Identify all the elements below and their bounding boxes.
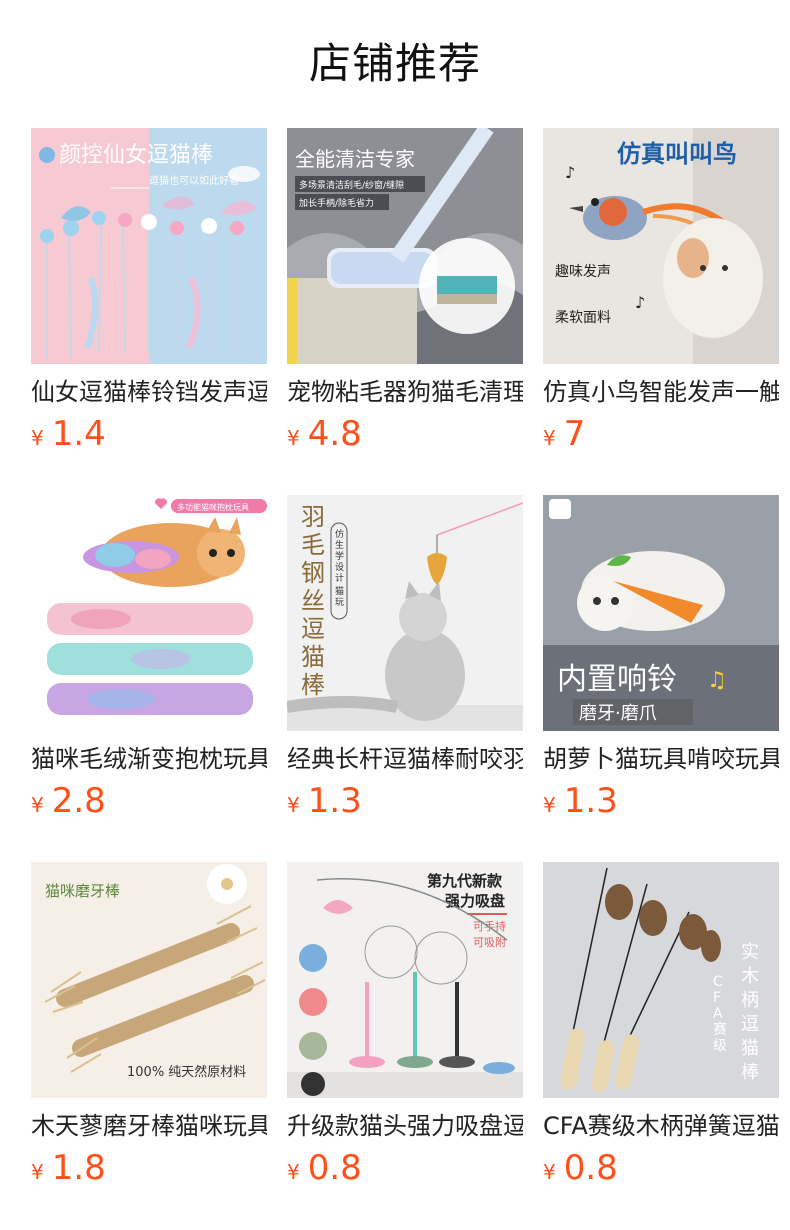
currency-symbol: ¥ (287, 793, 300, 817)
currency-symbol: ¥ (31, 793, 44, 817)
product-price: ¥7 (543, 414, 585, 458)
product-price: ¥0.8 (287, 1148, 362, 1192)
product-price: ¥4.8 (287, 414, 362, 458)
cat-wand-image[interactable]: 羽毛钢丝逗猫棒 仿生学设计猫玩 (287, 495, 523, 731)
image-headline: 内置响铃 (557, 662, 677, 697)
product-row: 猫咪磨牙棒 100% 纯天然原材料 木天蓼磨牙棒猫咪玩具 ¥1.8 第九代新款 … (31, 862, 790, 1202)
image-headline: 全能清洁专家 (295, 147, 415, 171)
product-card[interactable]: 颜控仙女逗猫棒 逗猫也可以如此好看 仙女逗猫棒铃铛发声逗 ¥ 1.4 (31, 128, 267, 468)
product-name[interactable]: 经典长杆逗猫棒耐咬羽毛 (287, 743, 523, 779)
currency-symbol: ¥ (287, 1160, 300, 1184)
image-subtext: 多场景清洁刮毛/纱窗/缝隙 (299, 179, 404, 191)
wooden-wand-image[interactable]: 实木柄逗猫棒 C F A 赛级 (543, 862, 779, 1098)
svg-text:♫: ♫ (707, 668, 727, 693)
currency-symbol: ¥ (31, 426, 44, 450)
product-name[interactable]: CFA赛级木柄弹簧逗猫棒 (543, 1110, 779, 1146)
product-price: ¥2.8 (31, 781, 106, 825)
image-headline: 羽毛钢丝逗猫棒 (301, 503, 325, 699)
currency-symbol: ¥ (543, 1160, 556, 1184)
price-value: 0.8 (563, 1148, 618, 1188)
image-subtext-2: 柔软面料 (555, 310, 611, 326)
product-card[interactable]: 仿真叫叫鸟 趣味发声 柔软面料 ♪ ♪ 仿真小鸟智能发声一触即叫 (543, 128, 779, 468)
product-card[interactable]: 多功能猫咪抱枕玩具 猫咪毛绒渐变抱枕玩具 ¥ 2.8 (31, 495, 267, 835)
product-name[interactable]: 仿真小鸟智能发声一触即叫 (543, 376, 779, 412)
product-price: ¥1.3 (287, 781, 362, 825)
product-name[interactable]: 猫咪毛绒渐变抱枕玩具 (31, 743, 267, 779)
product-price: ¥1.3 (543, 781, 618, 825)
plush-pillow-image[interactable]: 多功能猫咪抱枕玩具 (31, 495, 267, 731)
image-subtext: 强力吸盘 (445, 892, 505, 910)
price-value: 1.3 (563, 781, 618, 821)
image-headline: 第九代新款 (427, 872, 503, 890)
product-card[interactable]: 实木柄逗猫棒 C F A 赛级 CFA赛级木柄弹簧逗猫棒 ¥0.8 (543, 862, 779, 1202)
product-card[interactable]: 全能清洁专家 多场景清洁刮毛/纱窗/缝隙 加长手柄/除毛省力 宠物粘毛器狗猫毛清… (287, 128, 523, 468)
image-subtext-3: 可吸附 (473, 935, 506, 949)
image-subtext-2: 可手持 (473, 919, 506, 933)
product-card[interactable]: 内置响铃 ♫ 磨牙·磨爪 胡萝卜猫玩具啃咬玩具 ¥1.3 (543, 495, 779, 835)
image-subtext-2: 加长手柄/除毛省力 (299, 197, 374, 209)
bird-toy-image[interactable]: 仿真叫叫鸟 趣味发声 柔软面料 ♪ ♪ (543, 128, 779, 364)
carrot-toy-image[interactable]: 内置响铃 ♫ 磨牙·磨爪 (543, 495, 779, 731)
chew-stick-image[interactable]: 猫咪磨牙棒 100% 纯天然原材料 (31, 862, 267, 1098)
image-headline: 仿真叫叫鸟 (617, 140, 737, 168)
image-headline: 多功能猫咪抱枕玩具 (177, 502, 249, 512)
image-subtext: 趣味发声 (555, 264, 611, 280)
product-card[interactable]: 第九代新款 强力吸盘 可手持 可吸附 升级款猫头强力吸盘逗 ¥ 0.8 (287, 862, 523, 1202)
lint-roller-image[interactable]: 全能清洁专家 多场景清洁刮毛/纱窗/缝隙 加长手柄/除毛省力 (287, 128, 523, 364)
price-value: 0.8 (307, 1148, 362, 1188)
price-value: 1.8 (51, 1148, 106, 1188)
price-value: 7 (563, 414, 586, 454)
svg-text:♪: ♪ (635, 293, 645, 312)
product-price: ¥1.8 (31, 1148, 106, 1192)
currency-symbol: ¥ (543, 426, 556, 450)
feather-wand-image[interactable]: 颜控仙女逗猫棒 逗猫也可以如此好看 (31, 128, 267, 364)
product-card[interactable]: 猫咪磨牙棒 100% 纯天然原材料 木天蓼磨牙棒猫咪玩具 ¥1.8 (31, 862, 267, 1202)
image-headline: 猫咪磨牙棒 (45, 882, 120, 900)
product-name[interactable]: 胡萝卜猫玩具啃咬玩具 (543, 743, 779, 779)
image-headline: 颜控仙女逗猫棒 (59, 143, 213, 168)
image-subtext: 100% 纯天然原材料 (127, 1064, 246, 1080)
svg-text:♪: ♪ (565, 163, 575, 182)
product-row: 多功能猫咪抱枕玩具 猫咪毛绒渐变抱枕玩具 ¥ 2.8 羽毛钢丝逗猫棒 仿生学设计… (31, 495, 790, 835)
product-name[interactable]: 仙女逗猫棒铃铛发声逗猫玩具 (31, 376, 267, 412)
product-name[interactable]: 木天蓼磨牙棒猫咪玩具 (31, 1110, 267, 1146)
page-title: 店铺推荐 (308, 39, 481, 88)
price-value: 1.3 (307, 781, 362, 821)
product-row: 颜控仙女逗猫棒 逗猫也可以如此好看 仙女逗猫棒铃铛发声逗 ¥ 1.4 全能清洁专… (31, 128, 790, 468)
product-price: ¥0.8 (543, 1148, 618, 1192)
image-subtext: 磨牙·磨爪 (579, 703, 657, 724)
price-value: 1.4 (51, 414, 106, 454)
product-card[interactable]: 羽毛钢丝逗猫棒 仿生学设计猫玩 经典长杆逗猫棒耐咬羽毛 (287, 495, 523, 835)
currency-symbol: ¥ (287, 426, 300, 450)
product-name[interactable]: 升级款猫头强力吸盘逗猫棒 (287, 1110, 523, 1146)
currency-symbol: ¥ (31, 1160, 44, 1184)
currency-symbol: ¥ (543, 793, 556, 817)
price-value: 4.8 (307, 414, 362, 454)
image-subtext: 逗猫也可以如此好看 (149, 174, 239, 187)
product-price: ¥1.4 (31, 414, 106, 458)
price-value: 2.8 (51, 781, 106, 821)
product-name[interactable]: 宠物粘毛器狗猫毛清理刷 (287, 376, 523, 412)
suction-wand-image[interactable]: 第九代新款 强力吸盘 可手持 可吸附 (287, 862, 523, 1098)
